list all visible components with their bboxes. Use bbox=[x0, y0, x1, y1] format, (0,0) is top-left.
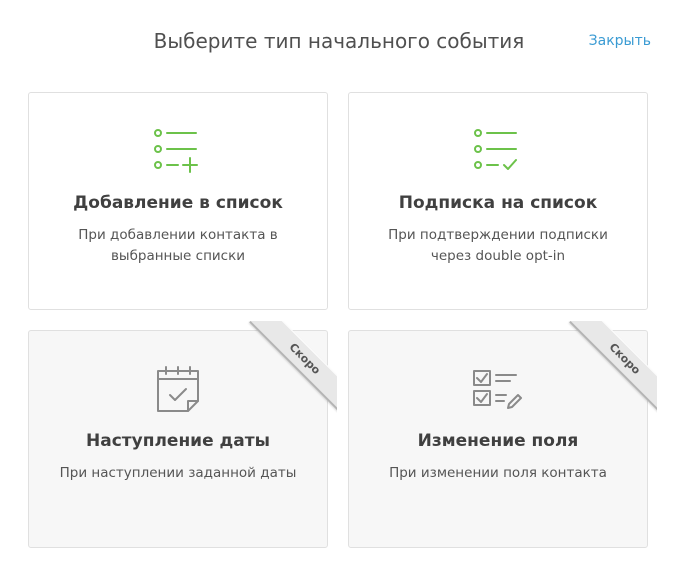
event-card-list-add[interactable]: Добавление в список При добавлении конта… bbox=[28, 92, 328, 310]
card-title: Наступление даты bbox=[86, 431, 270, 451]
calendar-check-icon bbox=[29, 363, 327, 413]
card-title: Добавление в список bbox=[73, 193, 283, 213]
card-title: Подписка на список bbox=[398, 193, 598, 213]
checklist-edit-icon bbox=[349, 363, 647, 413]
card-description: При добавлении контакта в выбранные спис… bbox=[78, 227, 278, 264]
event-card-date: Наступление даты При наступлении заданно… bbox=[28, 321, 337, 548]
close-link[interactable]: Закрыть bbox=[589, 33, 651, 49]
card-description: При изменении поля контакта bbox=[389, 465, 607, 481]
list-add-icon bbox=[29, 125, 327, 175]
card-title: Изменение поля bbox=[417, 431, 579, 451]
list-check-icon bbox=[349, 125, 647, 175]
card-description: При наступлении заданной даты bbox=[59, 465, 297, 481]
event-card-subscribe[interactable]: Подписка на список При подтверждении под… bbox=[348, 92, 648, 310]
modal-title: Выберите тип начального события bbox=[153, 29, 525, 53]
card-description: При подтверждении подписки через double … bbox=[388, 227, 608, 264]
event-card-field-change: Изменение поля При изменении поля контак… bbox=[348, 321, 657, 548]
